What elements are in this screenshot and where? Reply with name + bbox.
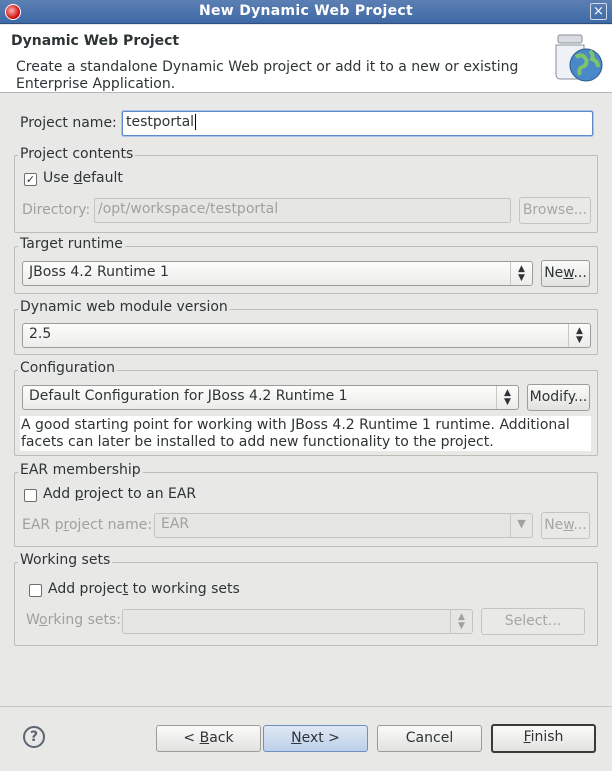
chevron-down-icon: ▼ (510, 514, 532, 537)
web-project-jar-icon (555, 34, 603, 82)
window-titlebar: New Dynamic Web Project × (0, 0, 612, 24)
select-working-sets-button[interactable]: Select... (481, 608, 585, 635)
module-version-select[interactable]: 2.5 ▲ ▼ (22, 323, 591, 348)
target-runtime-value: JBoss 4.2 Runtime 1 (29, 264, 169, 280)
configuration-legend: Configuration (18, 360, 117, 376)
modify-configuration-button[interactable]: Modify... (527, 384, 590, 411)
use-default-label[interactable]: Use default (43, 170, 123, 186)
add-to-ear-checkbox[interactable] (24, 489, 37, 502)
ear-project-name-label: EAR project name: (22, 517, 153, 533)
footer-separator (0, 706, 612, 707)
updown-arrow-icon: ▲ ▼ (496, 386, 518, 409)
directory-label: Directory: (22, 202, 91, 218)
module-version-value: 2.5 (29, 326, 52, 342)
working-sets-label: Working sets: (26, 612, 121, 628)
project-name-label: Project name: (20, 115, 117, 131)
directory-input[interactable]: /opt/workspace/testportal (94, 198, 511, 223)
add-to-working-sets-checkbox[interactable] (29, 584, 42, 597)
working-sets-legend: Working sets (18, 552, 113, 568)
add-to-ear-label[interactable]: Add project to an EAR (43, 486, 196, 502)
browse-button[interactable]: Browse... (519, 197, 591, 224)
configuration-description: A good starting point for working with J… (20, 416, 591, 451)
target-runtime-legend: Target runtime (18, 236, 125, 252)
ear-membership-legend: EAR membership (18, 462, 143, 478)
add-to-working-sets-label[interactable]: Add project to working sets (48, 581, 240, 597)
configuration-select[interactable]: Default Configuration for JBoss 4.2 Runt… (22, 385, 519, 410)
target-runtime-select[interactable]: JBoss 4.2 Runtime 1 ▲ ▼ (22, 261, 533, 286)
back-button[interactable]: < Back (156, 725, 261, 752)
wizard-header: Dynamic Web Project Create a standalone … (0, 25, 612, 93)
close-button[interactable]: × (590, 3, 607, 20)
use-default-checkbox[interactable]: ✓ (24, 173, 37, 186)
new-ear-button[interactable]: New... (541, 512, 590, 539)
updown-arrow-icon: ▲ ▼ (510, 262, 532, 285)
next-button[interactable]: Next > (263, 725, 368, 752)
ear-project-name-value: EAR (161, 516, 190, 532)
project-name-input[interactable]: testportal (122, 111, 593, 136)
page-description: Create a standalone Dynamic Web project … (16, 59, 519, 92)
page-title: Dynamic Web Project (11, 33, 180, 49)
project-contents-legend: Project contents (18, 146, 136, 162)
module-version-legend: Dynamic web module version (18, 299, 230, 315)
updown-arrow-icon: ▲ ▼ (568, 324, 590, 347)
finish-button[interactable]: Finish (491, 724, 596, 753)
cancel-button[interactable]: Cancel (377, 725, 482, 752)
working-sets-select[interactable]: ▲ ▼ (122, 609, 473, 634)
window-title: New Dynamic Web Project (198, 3, 414, 19)
new-runtime-button[interactable]: New... (541, 260, 590, 287)
updown-arrow-icon: ▲ ▼ (450, 610, 472, 633)
ear-project-name-combo[interactable]: EAR ▼ (154, 513, 533, 538)
check-icon: ✓ (25, 173, 36, 186)
project-name-value: testportal (126, 114, 195, 130)
configuration-value: Default Configuration for JBoss 4.2 Runt… (29, 388, 348, 404)
help-icon[interactable]: ? (23, 726, 45, 748)
